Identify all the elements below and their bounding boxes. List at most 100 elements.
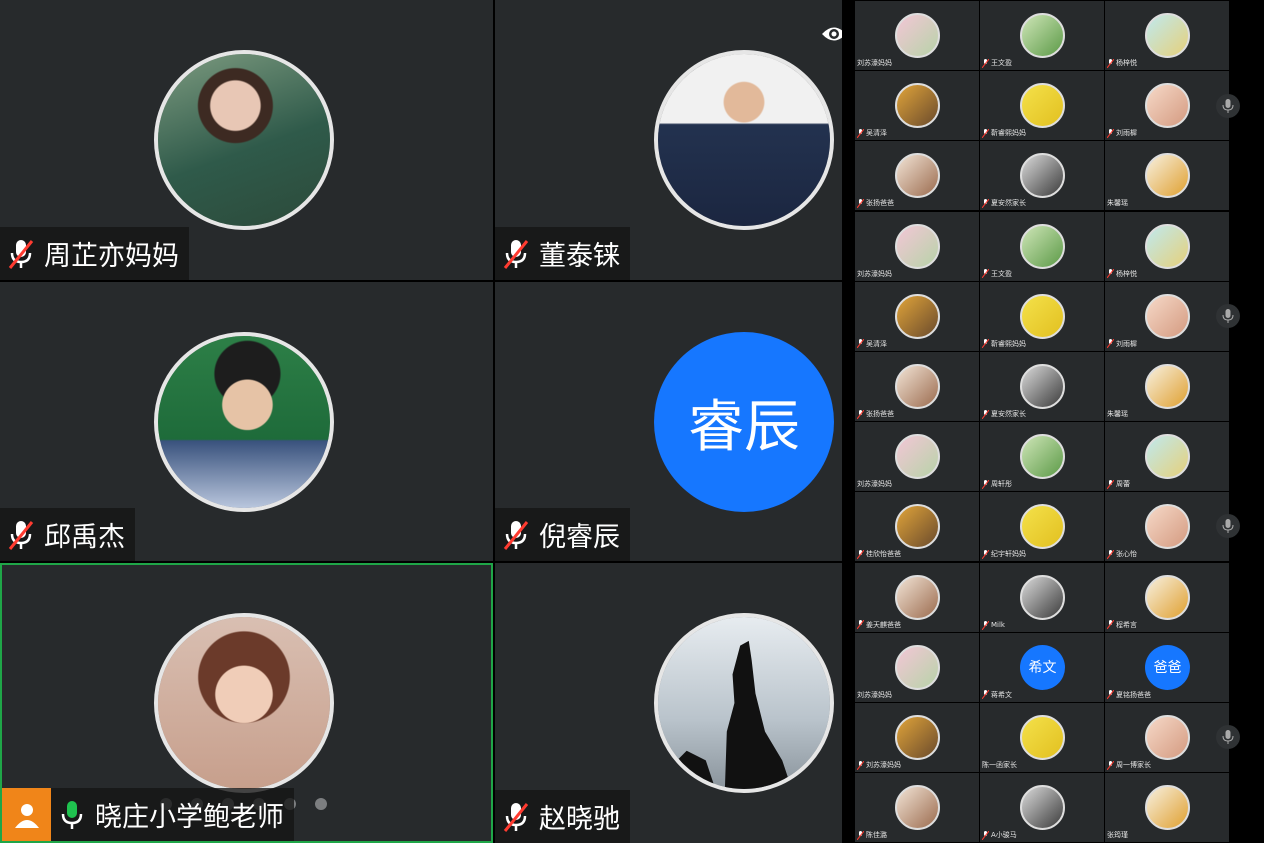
side-participant-tile[interactable]: 爸爸 夏铭扬爸爸 xyxy=(1105,632,1229,702)
participant-text-avatar: 睿辰 xyxy=(654,332,834,512)
mic-muted-icon[interactable] xyxy=(501,237,531,271)
mic-muted-icon xyxy=(982,620,989,630)
side-participant-tile[interactable]: 夏安然家长 xyxy=(980,141,1104,211)
side-participant-tile[interactable]: 王文盈 xyxy=(980,211,1104,281)
side-participant-tile[interactable]: 靳睿熙妈妈 xyxy=(980,281,1104,351)
participant-tile-1[interactable]: 周芷亦妈妈 xyxy=(0,0,493,280)
participant-name: 邱禹杰 xyxy=(44,522,125,553)
side-participant-name: 张筠瑾 xyxy=(1107,831,1128,840)
participant-tile-2[interactable]: 董泰铼 xyxy=(495,0,842,280)
side-participant-tile[interactable]: 纪宇轩妈妈 xyxy=(980,492,1104,562)
participant-tile-3[interactable]: 邱禹杰 xyxy=(0,282,493,561)
side-participant-tile[interactable]: 刘苏濠妈妈 xyxy=(855,211,979,281)
side-participant-tile[interactable]: 刘苏濠妈妈 xyxy=(855,703,979,772)
side-participant-avatar xyxy=(895,785,940,831)
mic-icon[interactable] xyxy=(57,798,87,832)
side-participant-avatar xyxy=(895,504,940,550)
mic-muted-icon xyxy=(1107,269,1114,279)
side-participant-tile[interactable]: 陈一函家长 xyxy=(980,703,1104,772)
side-participant-tile[interactable]: 周蕾 xyxy=(1105,422,1229,492)
side-participant-avatar xyxy=(895,434,940,480)
side-mic-badge[interactable] xyxy=(1216,514,1240,538)
side-participant-tile[interactable]: 周轩彤 xyxy=(980,422,1104,492)
side-participant-tile[interactable]: 刘雨樨 xyxy=(1105,281,1229,351)
side-participant-tile[interactable]: 杨梓悦 xyxy=(1105,1,1229,70)
side-participant-avatar xyxy=(1145,434,1190,480)
side-mic-badge[interactable] xyxy=(1216,725,1240,749)
side-participant-label: 朱馨瑶 xyxy=(1105,198,1128,208)
side-participant-label: 朱馨瑶 xyxy=(1105,409,1128,419)
side-participant-tile[interactable]: 刘雨樨 xyxy=(1105,71,1229,141)
side-participant-tile[interactable]: 周一博家长 xyxy=(1105,703,1229,772)
side-mic-badge[interactable] xyxy=(1216,304,1240,328)
eye-icon[interactable] xyxy=(821,25,842,43)
mic-muted-icon xyxy=(1107,58,1114,68)
side-participant-tile[interactable]: 刘苏濠妈妈 xyxy=(855,422,979,492)
side-participant-tile[interactable]: 吴清泽 xyxy=(855,281,979,351)
side-participant-avatar xyxy=(1145,83,1190,129)
side-participant-tile[interactable]: 姜天麒爸爸 xyxy=(855,562,979,632)
side-participant-tile[interactable]: 张扬爸爸 xyxy=(855,352,979,421)
side-participant-tile[interactable]: 王文盈 xyxy=(980,1,1104,70)
side-participant-name: 周一博家长 xyxy=(1116,761,1151,769)
participant-name: 倪睿辰 xyxy=(539,522,620,553)
side-participant-tile[interactable]: 桂欣怡爸爸 xyxy=(855,492,979,562)
mic-muted-icon xyxy=(1107,690,1114,700)
participant-tile-5[interactable]: 晓庄小学鲍老师 xyxy=(0,563,493,843)
side-participant-label: 陈一函家长 xyxy=(980,760,1017,770)
side-participant-tile[interactable]: Milk xyxy=(980,562,1104,632)
mic-muted-icon xyxy=(982,409,989,419)
side-participant-tile[interactable]: 张筠瑾 xyxy=(1105,773,1229,843)
mic-muted-icon xyxy=(1107,760,1114,770)
side-participant-tile[interactable]: 靳睿熙妈妈 xyxy=(980,71,1104,141)
side-participant-name: 程希言 xyxy=(1116,620,1137,629)
mic-muted-icon xyxy=(1107,620,1114,630)
side-participant-tile[interactable]: 朱馨瑶 xyxy=(1105,141,1229,211)
side-participant-avatar xyxy=(1145,504,1190,550)
mic-muted-icon[interactable] xyxy=(501,518,531,552)
side-mic-badge[interactable] xyxy=(1216,94,1240,118)
mic-muted-icon xyxy=(857,409,864,419)
side-participant-name: 朱馨瑶 xyxy=(1107,410,1128,418)
side-participant-name: 夏铭扬爸爸 xyxy=(1116,690,1151,699)
side-participant-label: 刘苏濠妈妈 xyxy=(855,479,892,489)
side-participant-avatar xyxy=(895,715,940,760)
silhouette-image xyxy=(658,640,792,789)
side-participant-tile[interactable]: 希文 蒋希文 xyxy=(980,632,1104,702)
side-participant-avatar xyxy=(1145,574,1190,620)
person-icon xyxy=(14,803,39,828)
side-participant-tile[interactable]: 张心怡 xyxy=(1105,492,1229,562)
side-participant-tile[interactable]: 张扬爸爸 xyxy=(855,141,979,211)
participant-tile-4[interactable]: 睿辰 倪睿辰 xyxy=(495,282,842,561)
side-participant-tile[interactable]: 杨梓悦 xyxy=(1105,211,1229,281)
side-participant-tile[interactable]: 刘苏濠妈妈 xyxy=(855,632,979,702)
side-participant-label: 周轩彤 xyxy=(980,479,1012,489)
side-participant-label: 张扬爸爸 xyxy=(855,198,894,208)
participant-name-bar: 周芷亦妈妈 xyxy=(0,227,189,280)
side-participant-tile[interactable]: 朱馨瑶 xyxy=(1105,352,1229,421)
participant-name: 周芷亦妈妈 xyxy=(44,241,179,272)
mic-muted-icon xyxy=(1107,549,1114,559)
mic-muted-icon xyxy=(982,549,989,559)
side-participant-tile[interactable]: 陈佳潞 xyxy=(855,773,979,843)
side-participant-avatar xyxy=(1020,504,1065,550)
mic-muted-icon[interactable] xyxy=(6,518,36,552)
side-participant-label: 张扬爸爸 xyxy=(855,409,894,419)
side-participant-tile[interactable]: 吴清泽 xyxy=(855,71,979,141)
side-participant-name: A小骏马 xyxy=(991,831,1017,840)
side-participant-avatar xyxy=(1020,153,1065,199)
mic-muted-icon xyxy=(857,549,864,559)
side-participant-avatar xyxy=(1020,364,1065,409)
side-participant-tile[interactable]: A小骏马 xyxy=(980,773,1104,843)
participant-tile-6[interactable]: 赵晓驰 xyxy=(495,563,842,843)
mic-muted-icon[interactable] xyxy=(6,237,36,271)
side-participant-avatar xyxy=(1020,13,1065,58)
side-participant-label: 刘苏濠妈妈 xyxy=(855,760,901,770)
side-participant-avatar xyxy=(1020,715,1065,760)
side-participant-tile[interactable]: 程希言 xyxy=(1105,562,1229,632)
mic-muted-icon xyxy=(857,760,864,770)
side-participant-name: 刘苏濠妈妈 xyxy=(857,59,892,67)
side-participant-tile[interactable]: 夏安然家长 xyxy=(980,352,1104,421)
side-participant-tile[interactable]: 刘苏濠妈妈 xyxy=(855,1,979,70)
mic-muted-icon[interactable] xyxy=(501,800,531,834)
